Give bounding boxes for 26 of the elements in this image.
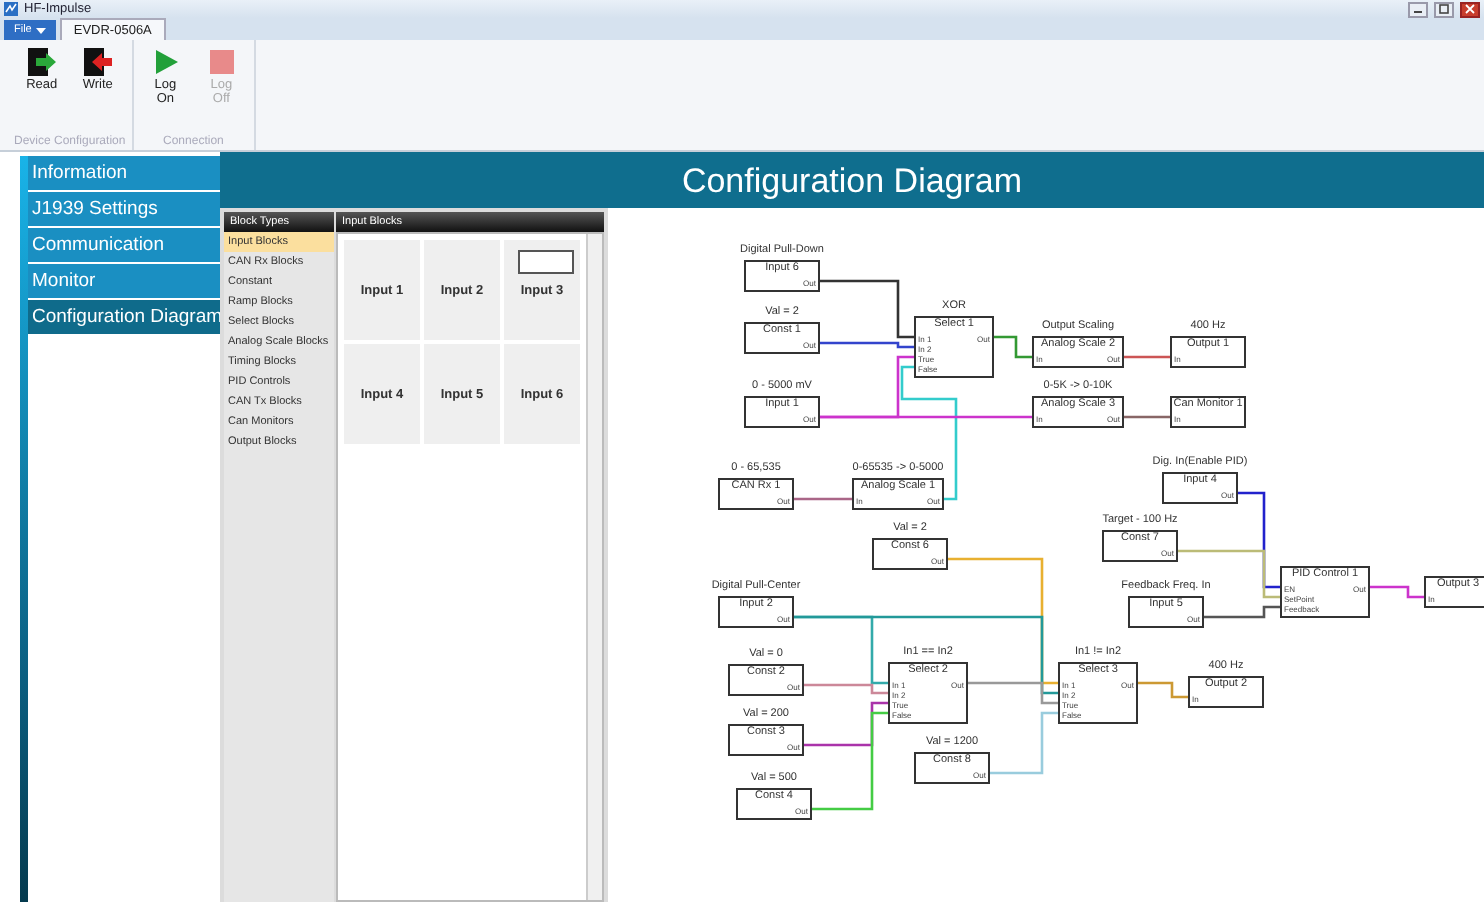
close-button[interactable]: [1460, 1, 1480, 17]
maximize-icon: [1438, 4, 1450, 14]
nav-item[interactable]: Configuration Diagram: [28, 300, 220, 334]
connector-wire: [794, 497, 852, 501]
minimize-button[interactable]: [1408, 1, 1428, 17]
page-title: Configuration Diagram: [681, 162, 1023, 202]
connector-wire: [1204, 605, 1280, 619]
minimize-icon: [1412, 5, 1424, 13]
nav-item[interactable]: Monitor: [28, 264, 220, 298]
connector-wire: [990, 711, 1058, 775]
stop-icon: [205, 48, 238, 76]
nav-item[interactable]: Communication: [28, 228, 220, 262]
caret-icon: [35, 27, 46, 33]
close-icon: [1464, 4, 1476, 14]
maximize-button[interactable]: [1434, 1, 1454, 17]
connector-wire: [1370, 585, 1424, 599]
scrollbar[interactable]: [586, 234, 602, 900]
write-icon: [81, 48, 114, 76]
nav-item[interactable]: J1939 Settings: [28, 192, 220, 226]
read-icon: [25, 48, 58, 76]
connector-wire: [1138, 681, 1188, 699]
connector-wire: [994, 335, 1032, 359]
app-icon: [4, 2, 18, 16]
nav-item[interactable]: Information: [28, 156, 220, 190]
connector-wire: [1124, 415, 1170, 419]
connector-wire: [1124, 355, 1170, 359]
